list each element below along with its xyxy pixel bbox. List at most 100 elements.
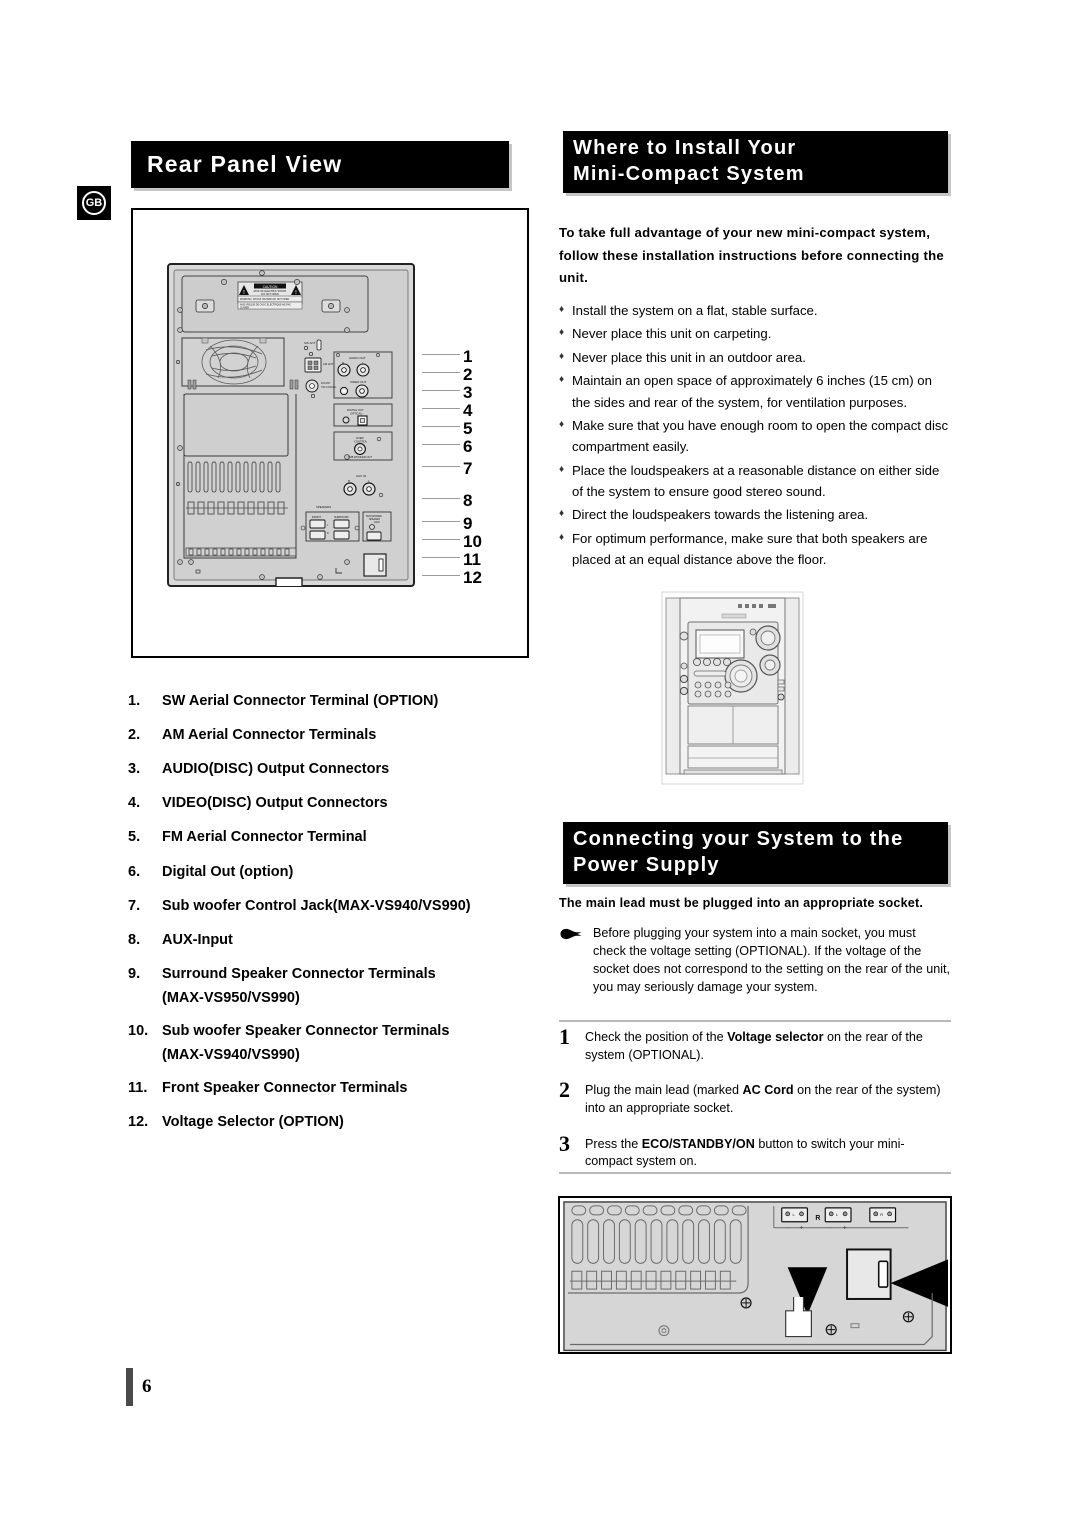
caution-label: CAUTION RISK OF ELECTRIC SHOCK DO NOT OP… (237, 281, 303, 309)
bullet-diamond-icon: ♦ (559, 418, 565, 430)
pointing-hand-icon (559, 925, 593, 997)
install-bullet-text: Make sure that you have enough room to o… (572, 417, 949, 455)
callout-11: 11 (463, 550, 481, 569)
install-bullet: ♦ Maintain an open space of approximately… (559, 370, 951, 413)
parts-list-item-label: Surround Speaker Connector Terminals (162, 965, 436, 982)
parts-list-item-number: 9. (128, 965, 141, 982)
install-bullet: ♦ Direct the loudspeakers towards the lis… (559, 504, 951, 525)
bullet-diamond-icon: ♦ (559, 508, 565, 520)
language-badge-label: GB (82, 191, 106, 215)
callout-3: 3 (463, 383, 473, 402)
power-step-text: Plug the main lead (marked AC Cord on th… (585, 1083, 941, 1115)
svg-text:CONTROL: CONTROL (354, 440, 368, 444)
rear-panel-illustration: CAUTION RISK OF ELECTRIC SHOCK DO NOT OP… (167, 263, 415, 587)
bullet-diamond-icon: ♦ (559, 327, 565, 339)
svg-text:+: + (800, 1226, 804, 1232)
callout-2: 2 (463, 365, 473, 384)
power-note-text: Before plugging your system into a main … (593, 926, 951, 994)
ac-cord-socket-illustration: L − + R L − + R (563, 1201, 949, 1352)
svg-text:SUB WOOFER: SUB WOOFER (366, 516, 382, 518)
svg-text:DIGITAL OUT: DIGITAL OUT (347, 408, 364, 412)
section-header-rear-panel-view: Rear Panel View (131, 141, 509, 188)
callout-1: 1 (463, 347, 473, 366)
install-bullet-text: Install the system on a flat, stable sur… (572, 303, 818, 318)
parts-list-item-label: Sub woofer Control Jack(MAX-VS940/VS990) (162, 897, 471, 914)
power-step: 3 Press the ECO/STANDBY/ON button to swit… (559, 1132, 951, 1171)
parts-list-item: 5. FM Aerial Connector Terminal (128, 829, 538, 846)
parts-list-item-number: 3. (128, 761, 141, 778)
parts-list-item-number: 6. (128, 863, 141, 880)
parts-list-item: 10. Sub woofer Speaker Connector Terminal… (128, 1023, 538, 1040)
svg-text:FRONT: FRONT (312, 515, 321, 519)
install-bullet: ♦ Make sure that you have enough room to … (559, 415, 951, 458)
callout-8: 8 (463, 491, 473, 510)
svg-text:SPEAKERS: SPEAKERS (316, 505, 331, 509)
install-bullet-text: Never place this unit in an outdoor area… (572, 349, 806, 365)
power-steps-list: 1 Check the position of the Voltage selec… (559, 1025, 951, 1186)
svg-text:R: R (880, 1212, 883, 1217)
svg-text:DO NOT OPEN: DO NOT OPEN (261, 293, 279, 296)
svg-text:−: − (786, 1226, 790, 1232)
document-page: GB Rear Panel View CAUTION RISK OF ELECT… (0, 0, 1080, 1528)
page-footer: 6 (126, 1368, 152, 1406)
install-bullet-text: Maintain an open space of approximately … (572, 373, 932, 410)
svg-text:AUX IN: AUX IN (356, 474, 366, 478)
svg-text:R: R (815, 1215, 820, 1222)
power-step-text: Check the position of the Voltage select… (585, 1030, 923, 1062)
parts-list-item-number: 12. (128, 1114, 149, 1131)
install-bullet: ♦ Place the loudspeakers at a reasonable … (559, 460, 951, 503)
section-header-connecting-power: Connecting your System to the Power Supp… (563, 822, 948, 884)
parts-list-item-label: AUDIO(DISC) Output Connectors (162, 761, 390, 778)
parts-list-item: 4. VIDEO(DISC) Output Connectors (128, 795, 538, 812)
svg-text:AM ANT: AM ANT (323, 362, 334, 366)
parts-list-item-label: AM Aerial Connector Terminals (162, 727, 377, 744)
speaker-terminal-blocks: L − + R L − + R (773, 1205, 909, 1232)
install-bullet: ♦ Install the system on a flat, stable su… (559, 300, 951, 321)
install-intro-text: To take full advantage of your new mini-… (559, 225, 945, 286)
bullet-diamond-icon: ♦ (559, 531, 565, 543)
parts-list-item: 12. Voltage Selector (OPTION) (128, 1114, 538, 1131)
install-bullet-text: Never place this unit on carpeting. (572, 326, 772, 342)
language-badge: GB (77, 186, 111, 220)
page-number: 6 (142, 1376, 152, 1397)
section-header-where-to-install-line2: Mini-Compact System (573, 163, 805, 185)
svg-text:(OPTICAL): (OPTICAL) (350, 413, 363, 416)
mini-compact-system-front-illustration (661, 591, 804, 785)
parts-list-item: 1. SW Aerial Connector Terminal (OPTION) (128, 693, 538, 710)
svg-text:SUB WOOFER OUT: SUB WOOFER OUT (348, 455, 372, 459)
section-header-rear-panel-view-text: Rear Panel View (147, 151, 343, 177)
power-step: 1 Check the position of the Voltage selec… (559, 1025, 951, 1064)
bullet-diamond-icon: ♦ (559, 350, 565, 362)
power-step-number: 2 (559, 1077, 570, 1103)
section-header-where-to-install: Where to Install Your Mini-Compact Syste… (563, 131, 948, 193)
parts-list-item-number: 11. (128, 1080, 148, 1097)
install-bullet-text: For optimum performance, make sure that … (572, 530, 928, 568)
parts-list-item: 2. AM Aerial Connector Terminals (128, 727, 538, 744)
page-number-bar (126, 1368, 133, 1406)
svg-text:−: − (829, 1226, 833, 1232)
svg-text:75Ω COAXIAL: 75Ω COAXIAL (321, 386, 337, 389)
svg-text:VIDEO OUT: VIDEO OUT (350, 380, 367, 384)
callout-7: 7 (463, 459, 473, 478)
parts-list-item: 3. AUDIO(DISC) Output Connectors (128, 761, 538, 778)
svg-text:+: + (843, 1226, 847, 1232)
parts-list-item-number: 10. (128, 1022, 149, 1039)
parts-list-item: 6. Digital Out (option) (128, 864, 538, 881)
svg-text:AVIS: RISQUE DE CHOC ELECTRIQU: AVIS: RISQUE DE CHOC ELECTRIQUE-NE PAS (240, 304, 291, 307)
parts-list-item-sublabel: (MAX-VS940/VS990) (162, 1047, 300, 1064)
parts-list-item-label: FM Aerial Connector Terminal (162, 829, 367, 846)
svg-text:R: R (327, 532, 329, 535)
callout-5: 5 (463, 419, 473, 438)
callout-9: 9 (463, 514, 473, 533)
parts-list-item-label: Voltage Selector (OPTION) (162, 1114, 344, 1131)
callout-10: 10 (463, 532, 482, 551)
svg-text:R: R (348, 479, 350, 483)
bullet-diamond-icon: ♦ (559, 304, 565, 315)
parts-list-item-number: 5. (128, 829, 141, 846)
parts-list-item-number: 1. (128, 693, 141, 709)
section-header-where-to-install-line1: Where to Install Your (573, 137, 797, 160)
bullet-diamond-icon: ♦ (559, 463, 565, 475)
parts-list-item-number: 8. (128, 931, 141, 948)
install-bullet-list: ♦ Install the system on a flat, stable su… (559, 300, 951, 573)
parts-list-item-sublabel: (MAX-VS950/VS990) (162, 989, 300, 1006)
